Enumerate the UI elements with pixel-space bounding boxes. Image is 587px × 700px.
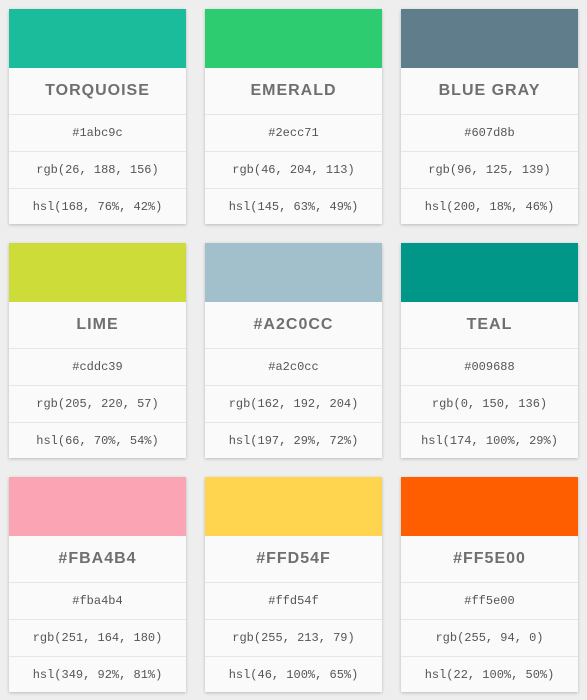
color-name: #FBA4B4 — [9, 536, 186, 583]
color-swatch — [205, 9, 382, 68]
color-card[interactable]: #A2C0CC #a2c0cc rgb(162, 192, 204) hsl(1… — [205, 243, 382, 458]
color-swatch — [401, 9, 578, 68]
hex-value: #fba4b4 — [9, 583, 186, 620]
color-swatch — [9, 477, 186, 536]
color-swatch — [205, 477, 382, 536]
color-card[interactable]: #FFD54F #ffd54f rgb(255, 213, 79) hsl(46… — [205, 477, 382, 692]
hsl-value: hsl(197, 29%, 72%) — [228, 434, 359, 448]
rgb-value: rgb(46, 204, 113) — [205, 152, 382, 189]
color-card[interactable]: TEAL #009688 rgb(0, 150, 136) hsl(174, 1… — [401, 243, 578, 458]
rgb-value: rgb(0, 150, 136) — [401, 386, 578, 423]
color-card[interactable]: BLUE GRAY #607d8b rgb(96, 125, 139) hsl(… — [401, 9, 578, 224]
color-name: TEAL — [401, 302, 578, 349]
hex-value: #cddc39 — [9, 349, 186, 386]
rgb-value: rgb(26, 188, 156) — [9, 152, 186, 189]
color-name: TORQUOISE — [9, 68, 186, 115]
color-name: #A2C0CC — [205, 302, 382, 349]
hsl-value: hsl(200, 18%, 46%) — [424, 200, 555, 214]
rgb-value: rgb(255, 94, 0) — [401, 620, 578, 657]
color-card[interactable]: TORQUOISE #1abc9c rgb(26, 188, 156) hsl(… — [9, 9, 186, 224]
color-name: EMERALD — [205, 68, 382, 115]
rgb-value: rgb(251, 164, 180) — [9, 620, 186, 657]
color-swatch — [401, 243, 578, 302]
hex-value: #ff5e00 — [401, 583, 578, 620]
hex-value: #ffd54f — [205, 583, 382, 620]
rgb-value: rgb(162, 192, 204) — [205, 386, 382, 423]
color-swatch — [9, 9, 186, 68]
color-swatch — [205, 243, 382, 302]
hex-value: #2ecc71 — [205, 115, 382, 152]
hsl-value: hsl(145, 63%, 49%) — [228, 200, 359, 214]
color-card[interactable]: LIME #cddc39 rgb(205, 220, 57) hsl(66, 7… — [9, 243, 186, 458]
hsl-value: hsl(174, 100%, 29%) — [421, 434, 558, 448]
hex-value: #009688 — [401, 349, 578, 386]
color-swatch — [401, 477, 578, 536]
hsl-value: hsl(66, 70%, 54%) — [36, 434, 159, 448]
color-card[interactable]: #FBA4B4 #fba4b4 rgb(251, 164, 180) hsl(3… — [9, 477, 186, 692]
color-name: #FF5E00 — [401, 536, 578, 583]
hsl-value: hsl(349, 92%, 81%) — [32, 668, 163, 682]
rgb-value: rgb(255, 213, 79) — [205, 620, 382, 657]
rgb-value: rgb(96, 125, 139) — [401, 152, 578, 189]
color-name: #FFD54F — [205, 536, 382, 583]
hex-value: #1abc9c — [9, 115, 186, 152]
color-swatch — [9, 243, 186, 302]
color-name: LIME — [9, 302, 186, 349]
rgb-value: rgb(205, 220, 57) — [9, 386, 186, 423]
hsl-value: hsl(46, 100%, 65%) — [228, 668, 359, 682]
color-card[interactable]: #FF5E00 #ff5e00 rgb(255, 94, 0) hsl(22, … — [401, 477, 578, 692]
hex-value: #607d8b — [401, 115, 578, 152]
hsl-value: hsl(22, 100%, 50%) — [424, 668, 555, 682]
hex-value: #a2c0cc — [205, 349, 382, 386]
hsl-value: hsl(168, 76%, 42%) — [32, 200, 163, 214]
color-name: BLUE GRAY — [401, 68, 578, 115]
color-card[interactable]: EMERALD #2ecc71 rgb(46, 204, 113) hsl(14… — [205, 9, 382, 224]
color-card-grid: TORQUOISE #1abc9c rgb(26, 188, 156) hsl(… — [0, 0, 587, 700]
